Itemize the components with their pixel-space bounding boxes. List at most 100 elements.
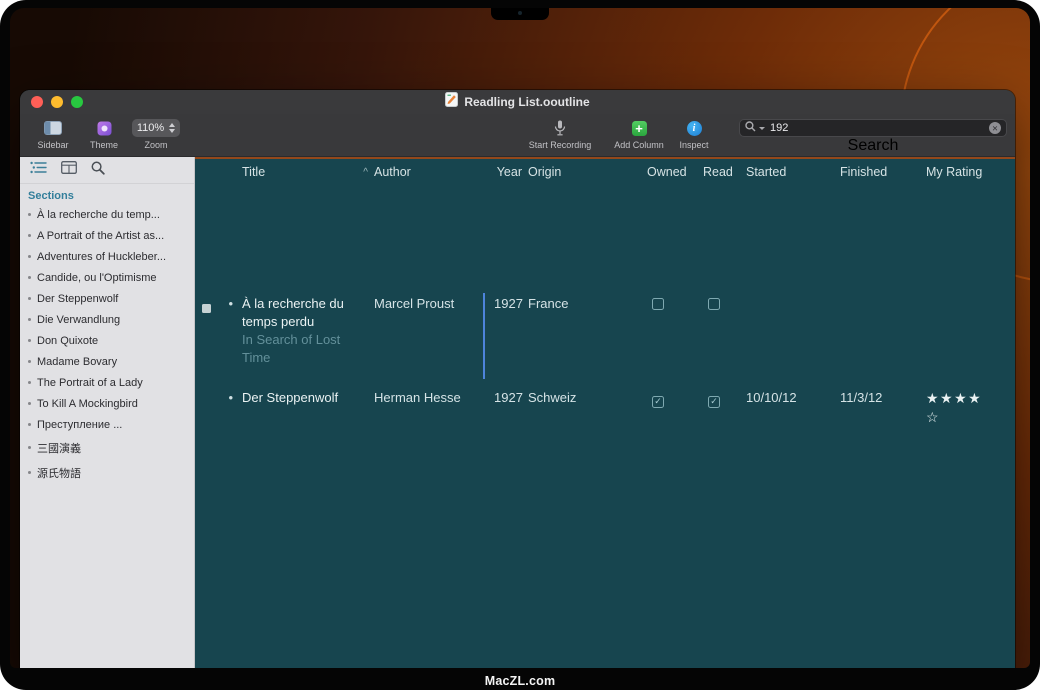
cell-origin[interactable]: Schweiz xyxy=(524,389,644,427)
column-header-year[interactable]: Year xyxy=(492,165,524,179)
search-icon xyxy=(745,119,756,137)
cell-author[interactable]: Herman Hesse xyxy=(372,389,492,427)
app-window: Readling List.ooutline Sidebar Theme xyxy=(20,90,1015,668)
sections-header: Sections xyxy=(20,184,194,204)
cell-owned: ✓ xyxy=(644,389,700,427)
sidebar-item[interactable]: Die Verwandlung xyxy=(20,309,194,330)
column-header-origin[interactable]: Origin xyxy=(524,165,644,179)
theme-button-label: Theme xyxy=(90,140,118,150)
sidebar-item[interactable]: 源氏物語 xyxy=(20,460,194,485)
sidebar-icon xyxy=(44,119,62,137)
toolbar: Sidebar Theme 110% xyxy=(20,114,1015,157)
search-query-text[interactable]: 192 xyxy=(768,122,986,134)
zoom-control[interactable]: 110% Zoom xyxy=(126,119,186,150)
add-column-label: Add Column xyxy=(614,140,664,150)
columns-view-icon[interactable] xyxy=(61,161,77,179)
sidebar-item[interactable]: Madame Bovary xyxy=(20,351,194,372)
sidebar-item-label: Преступление ... xyxy=(37,419,122,431)
sidebar-item[interactable]: A Portrait of the Artist as... xyxy=(20,225,194,246)
bullet-icon xyxy=(28,339,31,342)
search-input[interactable]: 192 xyxy=(739,119,1007,137)
sidebar-item[interactable]: Преступление ... xyxy=(20,414,194,435)
sidebar-item-label: Adventures of Huckleber... xyxy=(37,251,166,263)
sidebar-item[interactable]: À la recherche du temp... xyxy=(20,204,194,225)
step-up-icon[interactable] xyxy=(169,123,175,127)
bullet-icon xyxy=(28,471,31,474)
sidebar-item-label: Der Steppenwolf xyxy=(37,293,118,305)
fullscreen-button[interactable] xyxy=(71,96,83,108)
cell-finished[interactable]: 11/3/12 xyxy=(838,389,924,427)
cell-year[interactable]: 1927 xyxy=(492,295,524,379)
cell-title[interactable]: Der Steppenwolf xyxy=(240,389,372,427)
owned-checkbox[interactable] xyxy=(652,298,664,310)
cell-year[interactable]: 1927 xyxy=(492,389,524,427)
column-header-row: Title ^ Author Year Origin Owned Read St… xyxy=(195,159,1015,179)
cell-my-rating[interactable] xyxy=(924,295,1015,379)
owned-checkbox[interactable]: ✓ xyxy=(652,396,664,408)
step-down-icon[interactable] xyxy=(169,129,175,133)
cell-started[interactable]: 10/10/12 xyxy=(744,389,838,427)
cell-author[interactable]: Marcel Proust xyxy=(372,295,492,379)
zoom-label: Zoom xyxy=(144,140,167,150)
inspect-button[interactable]: Inspect xyxy=(672,119,716,150)
cell-origin[interactable]: France xyxy=(524,295,644,379)
sidebar-item[interactable]: Don Quixote xyxy=(20,330,194,351)
sections-list: À la recherche du temp... A Portrait of … xyxy=(20,204,194,485)
cell-read: ✓ xyxy=(700,389,744,427)
row-drag-handle[interactable] xyxy=(202,304,211,313)
sidebar-item[interactable]: Der Steppenwolf xyxy=(20,288,194,309)
sidebar-item-label: 三國演義 xyxy=(37,443,81,455)
close-button[interactable] xyxy=(31,96,43,108)
column-header-author[interactable]: Author xyxy=(372,165,492,179)
table-row[interactable]: À la recherche du temps perdu In Search … xyxy=(195,295,1015,379)
row-title[interactable]: À la recherche du temps perdu xyxy=(242,295,370,331)
cell-read xyxy=(700,295,744,379)
sidebar-item[interactable]: The Portrait of a Lady xyxy=(20,372,194,393)
column-header-read[interactable]: Read xyxy=(700,165,744,179)
search-control: 192 Search xyxy=(739,119,1007,155)
column-header-finished[interactable]: Finished xyxy=(838,165,924,179)
rating-stars-filled: ★★★★ xyxy=(926,390,982,406)
column-header-owned[interactable]: Owned xyxy=(644,165,700,179)
sidebar-item-label: À la recherche du temp... xyxy=(37,209,160,221)
text-cursor xyxy=(483,293,485,379)
start-recording-button[interactable]: Start Recording xyxy=(517,119,603,150)
search-scope-chevron-icon[interactable] xyxy=(759,127,765,130)
sidebar-item[interactable]: Candide, ou l'Optimisme xyxy=(20,267,194,288)
sidebar-item[interactable]: 三國演義 xyxy=(20,435,194,460)
zoom-stepper[interactable]: 110% xyxy=(132,119,180,137)
rating-star-empty: ☆ xyxy=(926,408,1013,427)
table-row[interactable]: Der Steppenwolf Herman Hesse 1927 Schwei… xyxy=(195,389,1015,427)
stepper-icon[interactable] xyxy=(169,123,175,133)
cell-started[interactable] xyxy=(744,295,838,379)
clear-search-icon[interactable] xyxy=(989,122,1001,134)
bullet-icon xyxy=(28,381,31,384)
read-checkbox[interactable]: ✓ xyxy=(708,396,720,408)
theme-button[interactable]: Theme xyxy=(84,119,124,150)
outline-view-icon[interactable] xyxy=(30,161,47,179)
add-column-button[interactable]: Add Column xyxy=(608,119,670,150)
window-body: Sections À la recherche du temp... A Por… xyxy=(20,157,1015,668)
sort-indicator-icon: ^ xyxy=(363,167,370,178)
column-header-my-rating[interactable]: My Rating xyxy=(924,165,1015,179)
column-header-started[interactable]: Started xyxy=(744,165,838,179)
outline-area: Title ^ Author Year Origin Owned Read St… xyxy=(195,157,1015,668)
row-note[interactable]: In Search of Lost Time xyxy=(242,331,370,367)
row-title[interactable]: Der Steppenwolf xyxy=(242,389,370,407)
sidebar-item-label: The Portrait of a Lady xyxy=(37,377,143,389)
row-bullet-icon xyxy=(195,389,240,427)
cell-finished[interactable] xyxy=(838,295,924,379)
cell-owned xyxy=(644,295,700,379)
cell-title[interactable]: À la recherche du temps perdu In Search … xyxy=(240,295,372,379)
bullet-icon xyxy=(28,423,31,426)
titlebar[interactable]: Readling List.ooutline xyxy=(20,90,1015,114)
column-header-title[interactable]: Title ^ xyxy=(240,165,372,179)
sidebar-item[interactable]: To Kill A Mockingbird xyxy=(20,393,194,414)
sidebar-toggle-button[interactable]: Sidebar xyxy=(30,119,76,150)
cell-my-rating[interactable]: ★★★★ ☆ xyxy=(924,389,1015,427)
sidebar-item[interactable]: Adventures of Huckleber... xyxy=(20,246,194,267)
read-checkbox[interactable] xyxy=(708,298,720,310)
find-zoom-icon[interactable] xyxy=(91,161,105,180)
minimize-button[interactable] xyxy=(51,96,63,108)
theme-icon xyxy=(97,119,112,137)
